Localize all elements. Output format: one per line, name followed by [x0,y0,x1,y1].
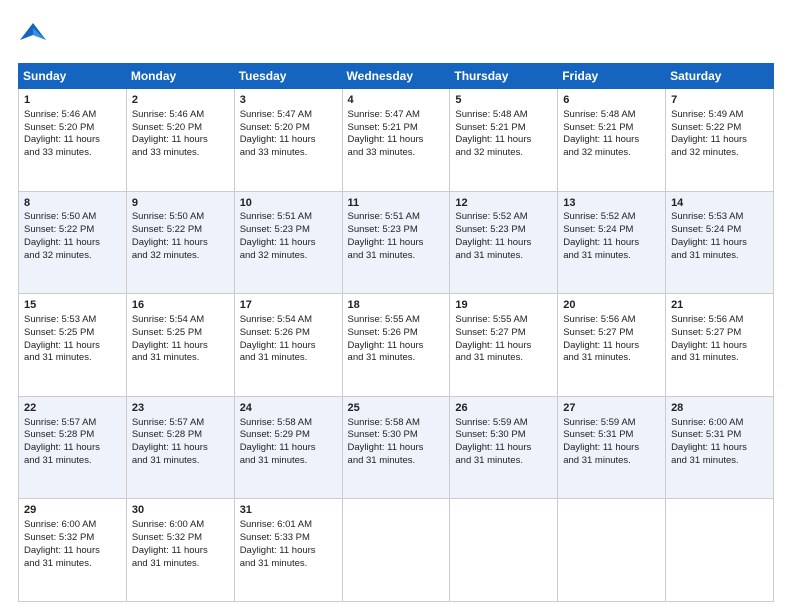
day-number: 20 [563,298,661,313]
day-number: 31 [240,503,338,518]
calendar-cell: 10Sunrise: 5:51 AMSunset: 5:23 PMDayligh… [234,191,342,294]
calendar-cell: 12Sunrise: 5:52 AMSunset: 5:23 PMDayligh… [450,191,558,294]
calendar-cell: 24Sunrise: 5:58 AMSunset: 5:29 PMDayligh… [234,396,342,499]
calendar-cell [450,499,558,602]
calendar-cell: 21Sunrise: 5:56 AMSunset: 5:27 PMDayligh… [666,294,774,397]
calendar-header-thursday: Thursday [450,64,558,89]
calendar-cell: 16Sunrise: 5:54 AMSunset: 5:25 PMDayligh… [126,294,234,397]
day-number: 3 [240,93,338,108]
calendar-cell: 14Sunrise: 5:53 AMSunset: 5:24 PMDayligh… [666,191,774,294]
calendar-cell: 2Sunrise: 5:46 AMSunset: 5:20 PMDaylight… [126,89,234,192]
calendar-week-row: 29Sunrise: 6:00 AMSunset: 5:32 PMDayligh… [19,499,774,602]
calendar-cell: 8Sunrise: 5:50 AMSunset: 5:22 PMDaylight… [19,191,127,294]
day-number: 27 [563,401,661,416]
calendar-cell: 9Sunrise: 5:50 AMSunset: 5:22 PMDaylight… [126,191,234,294]
day-number: 14 [671,196,769,211]
day-number: 28 [671,401,769,416]
calendar-cell: 1Sunrise: 5:46 AMSunset: 5:20 PMDaylight… [19,89,127,192]
day-number: 18 [348,298,446,313]
calendar-cell: 17Sunrise: 5:54 AMSunset: 5:26 PMDayligh… [234,294,342,397]
day-number: 2 [132,93,230,108]
day-number: 7 [671,93,769,108]
calendar-header-friday: Friday [558,64,666,89]
day-number: 11 [348,196,446,211]
calendar-header-tuesday: Tuesday [234,64,342,89]
calendar-cell: 23Sunrise: 5:57 AMSunset: 5:28 PMDayligh… [126,396,234,499]
logo-bird-icon [18,18,48,53]
day-number: 4 [348,93,446,108]
header [18,18,774,53]
day-number: 8 [24,196,122,211]
day-number: 25 [348,401,446,416]
day-number: 13 [563,196,661,211]
calendar-cell: 7Sunrise: 5:49 AMSunset: 5:22 PMDaylight… [666,89,774,192]
day-number: 19 [455,298,553,313]
calendar-week-row: 1Sunrise: 5:46 AMSunset: 5:20 PMDaylight… [19,89,774,192]
day-number: 24 [240,401,338,416]
day-number: 30 [132,503,230,518]
day-number: 16 [132,298,230,313]
calendar-header-monday: Monday [126,64,234,89]
day-number: 1 [24,93,122,108]
page: SundayMondayTuesdayWednesdayThursdayFrid… [0,0,792,612]
calendar-cell [558,499,666,602]
calendar-cell: 3Sunrise: 5:47 AMSunset: 5:20 PMDaylight… [234,89,342,192]
calendar-cell: 22Sunrise: 5:57 AMSunset: 5:28 PMDayligh… [19,396,127,499]
calendar-cell: 26Sunrise: 5:59 AMSunset: 5:30 PMDayligh… [450,396,558,499]
calendar-cell [342,499,450,602]
calendar-cell: 15Sunrise: 5:53 AMSunset: 5:25 PMDayligh… [19,294,127,397]
day-number: 22 [24,401,122,416]
calendar-cell: 20Sunrise: 5:56 AMSunset: 5:27 PMDayligh… [558,294,666,397]
day-number: 23 [132,401,230,416]
day-number: 12 [455,196,553,211]
calendar-cell: 31Sunrise: 6:01 AMSunset: 5:33 PMDayligh… [234,499,342,602]
calendar-cell: 4Sunrise: 5:47 AMSunset: 5:21 PMDaylight… [342,89,450,192]
calendar-week-row: 8Sunrise: 5:50 AMSunset: 5:22 PMDaylight… [19,191,774,294]
calendar-header-row: SundayMondayTuesdayWednesdayThursdayFrid… [19,64,774,89]
calendar-header-sunday: Sunday [19,64,127,89]
calendar-cell: 18Sunrise: 5:55 AMSunset: 5:26 PMDayligh… [342,294,450,397]
calendar-cell: 19Sunrise: 5:55 AMSunset: 5:27 PMDayligh… [450,294,558,397]
calendar-cell: 29Sunrise: 6:00 AMSunset: 5:32 PMDayligh… [19,499,127,602]
day-number: 26 [455,401,553,416]
calendar-header-wednesday: Wednesday [342,64,450,89]
calendar-table: SundayMondayTuesdayWednesdayThursdayFrid… [18,63,774,602]
calendar-cell: 28Sunrise: 6:00 AMSunset: 5:31 PMDayligh… [666,396,774,499]
calendar-cell: 11Sunrise: 5:51 AMSunset: 5:23 PMDayligh… [342,191,450,294]
day-number: 15 [24,298,122,313]
day-number: 6 [563,93,661,108]
calendar-cell: 30Sunrise: 6:00 AMSunset: 5:32 PMDayligh… [126,499,234,602]
calendar-week-row: 22Sunrise: 5:57 AMSunset: 5:28 PMDayligh… [19,396,774,499]
calendar-cell: 13Sunrise: 5:52 AMSunset: 5:24 PMDayligh… [558,191,666,294]
day-number: 21 [671,298,769,313]
day-number: 17 [240,298,338,313]
logo [18,18,52,53]
calendar-cell: 5Sunrise: 5:48 AMSunset: 5:21 PMDaylight… [450,89,558,192]
calendar-cell [666,499,774,602]
day-number: 5 [455,93,553,108]
calendar-cell: 6Sunrise: 5:48 AMSunset: 5:21 PMDaylight… [558,89,666,192]
calendar-header-saturday: Saturday [666,64,774,89]
day-number: 9 [132,196,230,211]
day-number: 10 [240,196,338,211]
calendar-week-row: 15Sunrise: 5:53 AMSunset: 5:25 PMDayligh… [19,294,774,397]
day-number: 29 [24,503,122,518]
calendar-cell: 27Sunrise: 5:59 AMSunset: 5:31 PMDayligh… [558,396,666,499]
calendar-cell: 25Sunrise: 5:58 AMSunset: 5:30 PMDayligh… [342,396,450,499]
